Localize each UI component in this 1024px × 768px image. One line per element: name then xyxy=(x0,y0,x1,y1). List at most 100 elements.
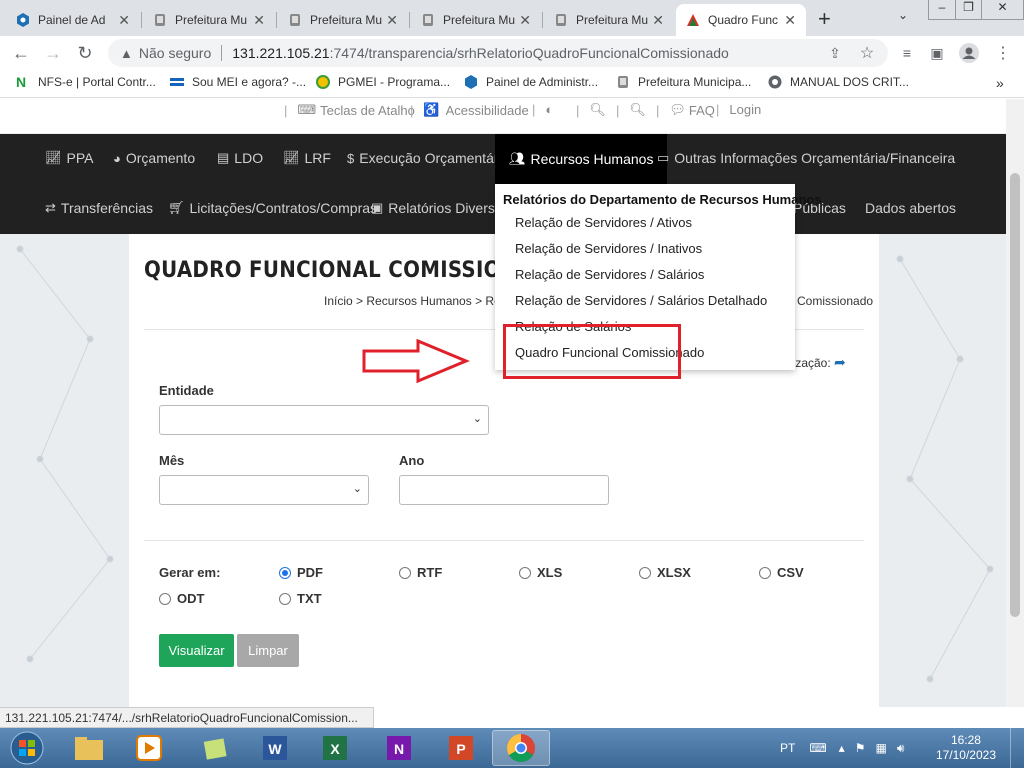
accessibility-link[interactable]: | ♿ Acessibilidade xyxy=(410,102,529,118)
nav-recursos-humanos[interactable]: 👥︎ Recursos Humanos xyxy=(495,134,668,184)
show-desktop-button[interactable] xyxy=(1010,728,1024,768)
radio-unchecked[interactable] xyxy=(759,566,771,579)
visualizar-button[interactable]: Visualizar xyxy=(159,634,234,667)
taskbar-excel[interactable]: X xyxy=(306,730,364,766)
tab-title: Quadro Func xyxy=(708,13,779,27)
bookmark-item[interactable]: Sou MEI e agora? -... xyxy=(170,75,306,89)
zoom-out-button[interactable]: | 🔍︎ xyxy=(616,102,646,118)
radio-unchecked[interactable] xyxy=(639,566,651,579)
close-tab-icon[interactable]: ✕ xyxy=(118,12,130,29)
close-tab-icon[interactable]: ✕ xyxy=(784,12,796,29)
share-arrow-icon[interactable]: ➦ xyxy=(834,354,846,370)
login-link[interactable]: | Login xyxy=(716,102,761,117)
url-text[interactable]: 131.221.105.21:7474/transparencia/srhRel… xyxy=(232,45,729,61)
forward-icon[interactable]: → xyxy=(42,42,64,64)
bookmark-item[interactable]: Prefeitura Municipa... xyxy=(616,75,751,89)
tab-title: Painel de Ad xyxy=(38,13,106,27)
format-radio-xls[interactable]: XLS xyxy=(519,565,562,580)
faq-link[interactable]: | 💬︎ FAQ xyxy=(656,102,715,118)
browser-tab[interactable]: Prefeitura Mu ✕ xyxy=(278,4,408,36)
browser-tab-active[interactable]: Quadro Func ✕ xyxy=(676,4,806,36)
format-radio-csv[interactable]: CSV xyxy=(759,565,804,580)
page-scrollbar[interactable] xyxy=(1006,99,1024,707)
bookmark-item[interactable]: PGMEI - Programa... xyxy=(316,75,450,89)
bookmarks-overflow-icon[interactable]: » xyxy=(996,75,1004,91)
radio-checked[interactable] xyxy=(279,566,291,579)
nav-dados-abertos[interactable]: Dados abertos xyxy=(865,200,956,216)
share-icon[interactable]: ⇪ xyxy=(824,42,846,64)
media-icon[interactable]: ≡ xyxy=(896,42,918,64)
tab-search-icon[interactable]: ⌄ xyxy=(898,8,908,22)
dropdown-item-ativos[interactable]: Relação de Servidores / Ativos xyxy=(515,215,692,230)
nav-ldo[interactable]: ▤ LDO xyxy=(217,150,263,166)
bookmark-item[interactable]: Painel de Administr... xyxy=(464,75,598,89)
shortcuts-link[interactable]: | ⌨ Teclas de Atalho xyxy=(284,102,415,118)
show-hidden-icons-icon[interactable]: ▴ xyxy=(839,741,845,755)
minimize-icon[interactable]: – xyxy=(928,0,956,20)
format-radio-txt[interactable]: TXT xyxy=(279,591,322,606)
side-panel-icon[interactable]: ▣ xyxy=(926,42,948,64)
format-radio-pdf[interactable]: PDF xyxy=(279,565,323,580)
browser-tab[interactable]: Painel de Ad ✕ xyxy=(6,4,140,36)
mes-select[interactable]: ⌄ xyxy=(159,475,369,505)
nav-transferencias[interactable]: ⇄ Transferências xyxy=(45,200,153,216)
radio-unchecked[interactable] xyxy=(279,592,291,605)
nav-execucao[interactable]: $ Execução Orçamentária xyxy=(347,150,509,166)
nav-orcamento[interactable]: ◕ Orçamento xyxy=(113,150,195,166)
nav-lrf[interactable]: 📈︎ LRF xyxy=(283,150,331,166)
address-bar[interactable]: ▲ Não seguro 131.221.105.21:7474/transpa… xyxy=(108,39,888,67)
ano-input[interactable] xyxy=(399,475,609,505)
flag-icon[interactable]: ⚑ xyxy=(855,741,866,755)
browser-tab[interactable]: Prefeitura Mu ✕ xyxy=(411,4,541,36)
bookmark-item[interactable]: MANUAL DOS CRIT... xyxy=(768,75,909,89)
limpar-button[interactable]: Limpar xyxy=(237,634,299,667)
nav-outras-informacoes[interactable]: ▭ Outras Informações Orçamentária/Finance… xyxy=(657,150,955,166)
nav-licitacoes[interactable]: 🛒︎ Licitações/Contratos/Compras xyxy=(168,200,377,216)
browser-tab[interactable]: Prefeitura Mu ✕ xyxy=(544,4,674,36)
taskbar-word[interactable]: W xyxy=(246,730,304,766)
dropdown-item-inativos[interactable]: Relação de Servidores / Inativos xyxy=(515,241,702,256)
warning-icon[interactable]: ▲ xyxy=(120,46,133,61)
taskbar-media-player[interactable] xyxy=(120,730,178,766)
close-tab-icon[interactable]: ✕ xyxy=(253,12,265,29)
restore-icon[interactable]: ❐ xyxy=(956,0,982,20)
scrollbar-thumb[interactable] xyxy=(1010,173,1020,617)
format-radio-odt[interactable]: ODT xyxy=(159,591,204,606)
bookmark-item[interactable]: N NFS-e | Portal Contr... xyxy=(16,75,156,89)
language-indicator[interactable]: PT xyxy=(780,741,795,755)
zoom-in-button[interactable]: | 🔍︎ xyxy=(576,102,606,118)
menu-icon[interactable]: ⋮ xyxy=(992,42,1014,64)
security-label[interactable]: Não seguro xyxy=(139,45,211,61)
close-tab-icon[interactable]: ✕ xyxy=(519,12,531,29)
bookmark-star-icon[interactable]: ☆ xyxy=(856,42,878,64)
start-button[interactable] xyxy=(4,730,50,766)
contrast-button[interactable]: | ◐ xyxy=(532,102,553,117)
taskbar-notes[interactable] xyxy=(186,730,244,766)
volume-icon[interactable]: 🔊︎ xyxy=(897,741,905,756)
back-icon[interactable]: ← xyxy=(10,42,32,64)
new-tab-button[interactable]: + xyxy=(818,6,831,32)
clock[interactable]: 16:28 17/10/2023 xyxy=(936,733,996,763)
dropdown-item-salarios[interactable]: Relação de Servidores / Salários xyxy=(515,267,704,282)
browser-tab[interactable]: Prefeitura Mu ✕ xyxy=(143,4,275,36)
close-tab-icon[interactable]: ✕ xyxy=(652,12,664,29)
taskbar-chrome[interactable] xyxy=(492,730,550,766)
format-radio-rtf[interactable]: RTF xyxy=(399,565,442,580)
nav-ppa[interactable]: 📈︎ PPA xyxy=(45,150,94,166)
reload-icon[interactable]: ↻ xyxy=(74,42,96,64)
close-tab-icon[interactable]: ✕ xyxy=(386,12,398,29)
network-icon[interactable]: ▦ xyxy=(875,741,886,755)
keyboard-icon[interactable]: ⌨ xyxy=(809,741,826,755)
radio-unchecked[interactable] xyxy=(399,566,411,579)
radio-unchecked[interactable] xyxy=(519,566,531,579)
dropdown-item-salarios-detalhado[interactable]: Relação de Servidores / Salários Detalha… xyxy=(515,293,767,308)
profile-icon[interactable] xyxy=(958,42,980,64)
taskbar-powerpoint[interactable]: P xyxy=(432,730,490,766)
radio-unchecked[interactable] xyxy=(159,592,171,605)
entidade-select[interactable]: ⌄ xyxy=(159,405,489,435)
format-radio-xlsx[interactable]: XLSX xyxy=(639,565,691,580)
nav-relatorios-diversos[interactable]: ▣ Relatórios Diversos xyxy=(371,200,510,216)
taskbar-explorer[interactable] xyxy=(60,730,118,766)
taskbar-onenote[interactable]: N xyxy=(370,730,428,766)
close-window-icon[interactable]: ✕ xyxy=(982,0,1024,20)
